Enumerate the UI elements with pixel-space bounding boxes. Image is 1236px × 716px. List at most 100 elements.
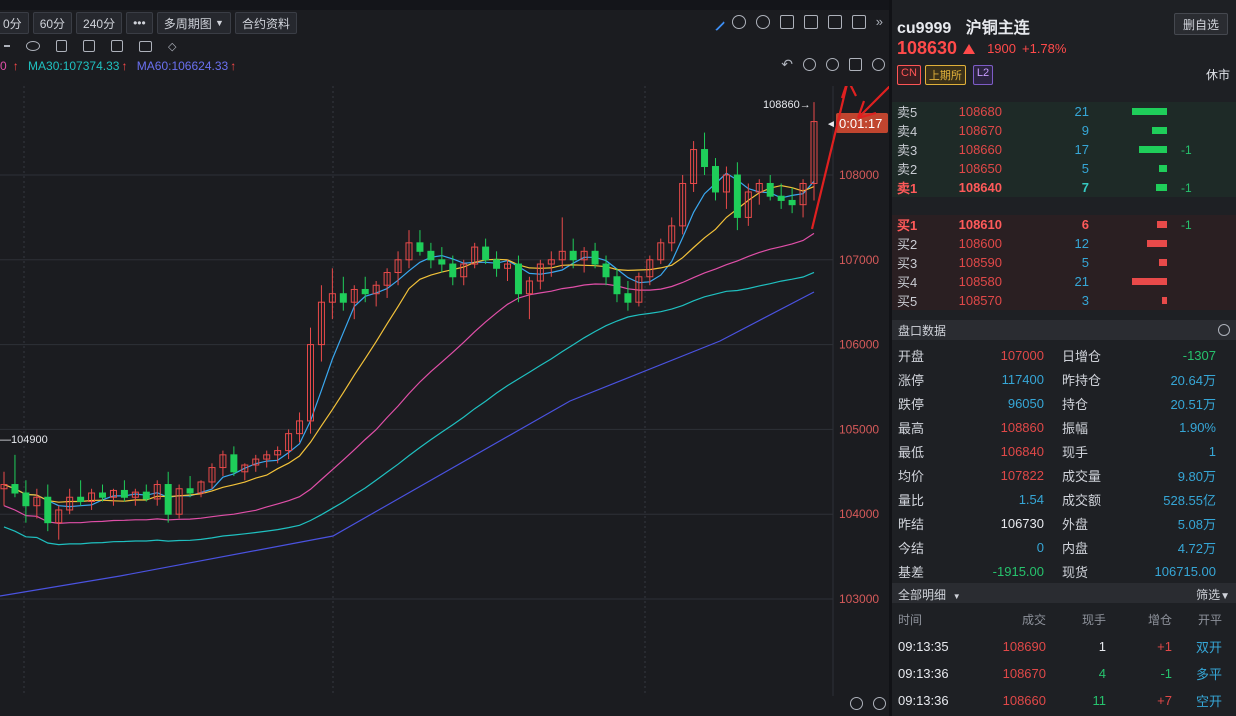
col-volume: 现手 — [1081, 613, 1106, 627]
quote-row: 量比 1.54 成交额 528.55亿 — [892, 487, 1236, 511]
candle-body — [77, 496, 85, 502]
zoom-in-icon[interactable] — [803, 58, 816, 71]
undo-icon[interactable]: ↶ — [781, 57, 793, 71]
candle-body — [22, 492, 30, 507]
filter-button[interactable]: 筛选▼ — [1196, 586, 1230, 603]
chart-area[interactable]: 0分 60分 240分 ••• 多周期图 ▼ 合约资料 » ◇ 0 ↑ MA30:… — [0, 0, 889, 716]
close-circle-icon[interactable] — [850, 697, 863, 710]
order-level-label: 卖4 — [897, 124, 918, 139]
quote-key: 日增仓 — [1062, 348, 1102, 364]
quote-key: 开盘 — [898, 348, 925, 364]
quote-key: 现手 — [1062, 444, 1089, 460]
buy-order-row[interactable]: 买5 108570 3 — [892, 291, 1236, 310]
candlestick-chart[interactable]: 108000 107000 106000 105000 104000 103000 108… — [0, 86, 889, 696]
trade-row[interactable]: 09:13:36 108670 4 -1 多平 — [892, 660, 1236, 686]
layout-icon[interactable] — [849, 58, 862, 71]
price-tick-label: 108000 — [839, 168, 879, 182]
order-level-label: 卖1 — [897, 181, 918, 196]
settings-gear-icon[interactable] — [1218, 324, 1230, 336]
quote-row: 均价 107822 成交量 9.80万 — [892, 463, 1236, 487]
sell-order-row[interactable]: 卖3 108660 17 -1 — [892, 140, 1236, 159]
ruler-icon[interactable]: ◇ — [168, 40, 176, 53]
zoom-out-icon[interactable] — [826, 58, 839, 71]
order-price: 108660 — [958, 142, 1002, 157]
ma20-line — [3, 232, 815, 525]
fullscreen-icon[interactable] — [851, 15, 866, 29]
remove-watchlist-button[interactable]: 删自选 — [1174, 13, 1228, 35]
cloud-icon[interactable] — [755, 15, 770, 29]
trades-column-headers: 时间 成交 现手 增仓 开平 — [892, 611, 1236, 629]
order-volume-bar — [1097, 272, 1167, 291]
quote-key: 持仓 — [1062, 396, 1089, 412]
buy-order-row[interactable]: 买2 108600 12 — [892, 234, 1236, 253]
trades-title: 全部明细 — [898, 588, 947, 602]
multi-period-dropdown[interactable]: 多周期图 ▼ — [156, 12, 231, 34]
order-level-label: 买4 — [897, 275, 918, 290]
order-volume-bar — [1097, 140, 1167, 159]
trade-row[interactable]: 09:13:36 108660 11 +7 空开 — [892, 687, 1236, 713]
period-button-240[interactable]: 240分 — [76, 12, 123, 34]
sell-order-row[interactable]: 卖1 108640 7 -1 — [892, 178, 1236, 197]
col-price: 成交 — [1021, 613, 1046, 627]
candle-body — [99, 492, 107, 498]
candle-body — [591, 250, 599, 265]
collapse-right-icon[interactable]: » — [876, 15, 883, 29]
order-delta: -1 — [1181, 217, 1192, 232]
order-level-label: 卖3 — [897, 143, 918, 158]
settings-gear-icon[interactable] — [873, 697, 886, 710]
trade-row[interactable]: 09:13:35 108690 1 +1 双开 — [892, 633, 1236, 659]
more-button[interactable]: ••• — [126, 12, 153, 34]
trade-type: 双开 — [1195, 639, 1222, 655]
copy-icon[interactable] — [803, 15, 818, 29]
quote-key: 昨持仓 — [1062, 372, 1102, 388]
quote-value: 106730 — [1000, 515, 1044, 531]
symbol-name: 沪铜主连 — [965, 20, 1030, 37]
chart-zoom-tools: ↶ — [781, 57, 885, 71]
quote-value: 108860 — [1000, 419, 1044, 435]
l2-tag[interactable]: L2 — [972, 65, 994, 85]
multi-period-label: 多周期图 — [163, 16, 212, 31]
price-row: 108630 1900 +1.78% — [897, 38, 1066, 59]
high-price-label: 108860→ — [763, 99, 811, 111]
ma30-value: MA30:107374.33 — [28, 59, 120, 73]
buy-order-row[interactable]: 买3 108590 5 — [892, 253, 1236, 272]
order-volume-bar — [1097, 102, 1167, 121]
order-volume: 3 — [1081, 293, 1089, 308]
quote-value: 5.08万 — [1177, 516, 1216, 532]
ma60-line — [0, 291, 815, 597]
period-button-0[interactable]: 0分 — [0, 12, 29, 34]
sell-order-row[interactable]: 卖2 108650 5 — [892, 159, 1236, 178]
contract-info-button[interactable]: 合约资料 — [234, 12, 297, 34]
quote-section-header: 盘口数据 — [892, 320, 1236, 340]
trades-title-dropdown[interactable]: 全部明细 ▼ — [898, 586, 961, 603]
quote-value: 106840 — [1000, 443, 1044, 459]
price-tick-label: 107000 — [839, 253, 879, 267]
period-button-60[interactable]: 60分 — [32, 12, 73, 34]
buy-order-row[interactable]: 买1 108610 6 -1 — [892, 215, 1236, 234]
market-status: 休市 — [1205, 68, 1230, 82]
eye-icon[interactable] — [26, 41, 40, 51]
up-arrow-icon: ↑ — [12, 59, 19, 73]
external-link-icon[interactable] — [111, 40, 123, 52]
alarm-bell-icon[interactable] — [731, 15, 746, 29]
order-volume: 17 — [1074, 142, 1089, 157]
settings-gear-icon[interactable] — [872, 58, 885, 71]
candle-body — [514, 263, 522, 295]
camera-icon[interactable] — [779, 15, 794, 29]
candle-body — [449, 263, 457, 278]
sell-order-row[interactable]: 卖4 108670 9 — [892, 121, 1236, 140]
col-open-close: 开平 — [1197, 613, 1222, 627]
draw-pencil-icon[interactable] — [706, 12, 725, 32]
comment-icon[interactable] — [139, 40, 152, 52]
line-tool-icon[interactable] — [4, 45, 10, 47]
trash-icon[interactable] — [56, 40, 67, 52]
sell-order-row[interactable]: 卖5 108680 21 — [892, 102, 1236, 121]
trade-time: 09:13:36 — [898, 665, 949, 681]
draw-toolbar: ◇ — [0, 37, 176, 55]
buy-order-row[interactable]: 买4 108580 21 — [892, 272, 1236, 291]
grid-icon[interactable] — [83, 40, 95, 52]
quote-value: 0 — [1036, 539, 1044, 555]
toolbar-icons: » — [706, 12, 883, 32]
monitor-icon[interactable] — [827, 15, 842, 29]
trade-volume: 4 — [1098, 665, 1106, 681]
